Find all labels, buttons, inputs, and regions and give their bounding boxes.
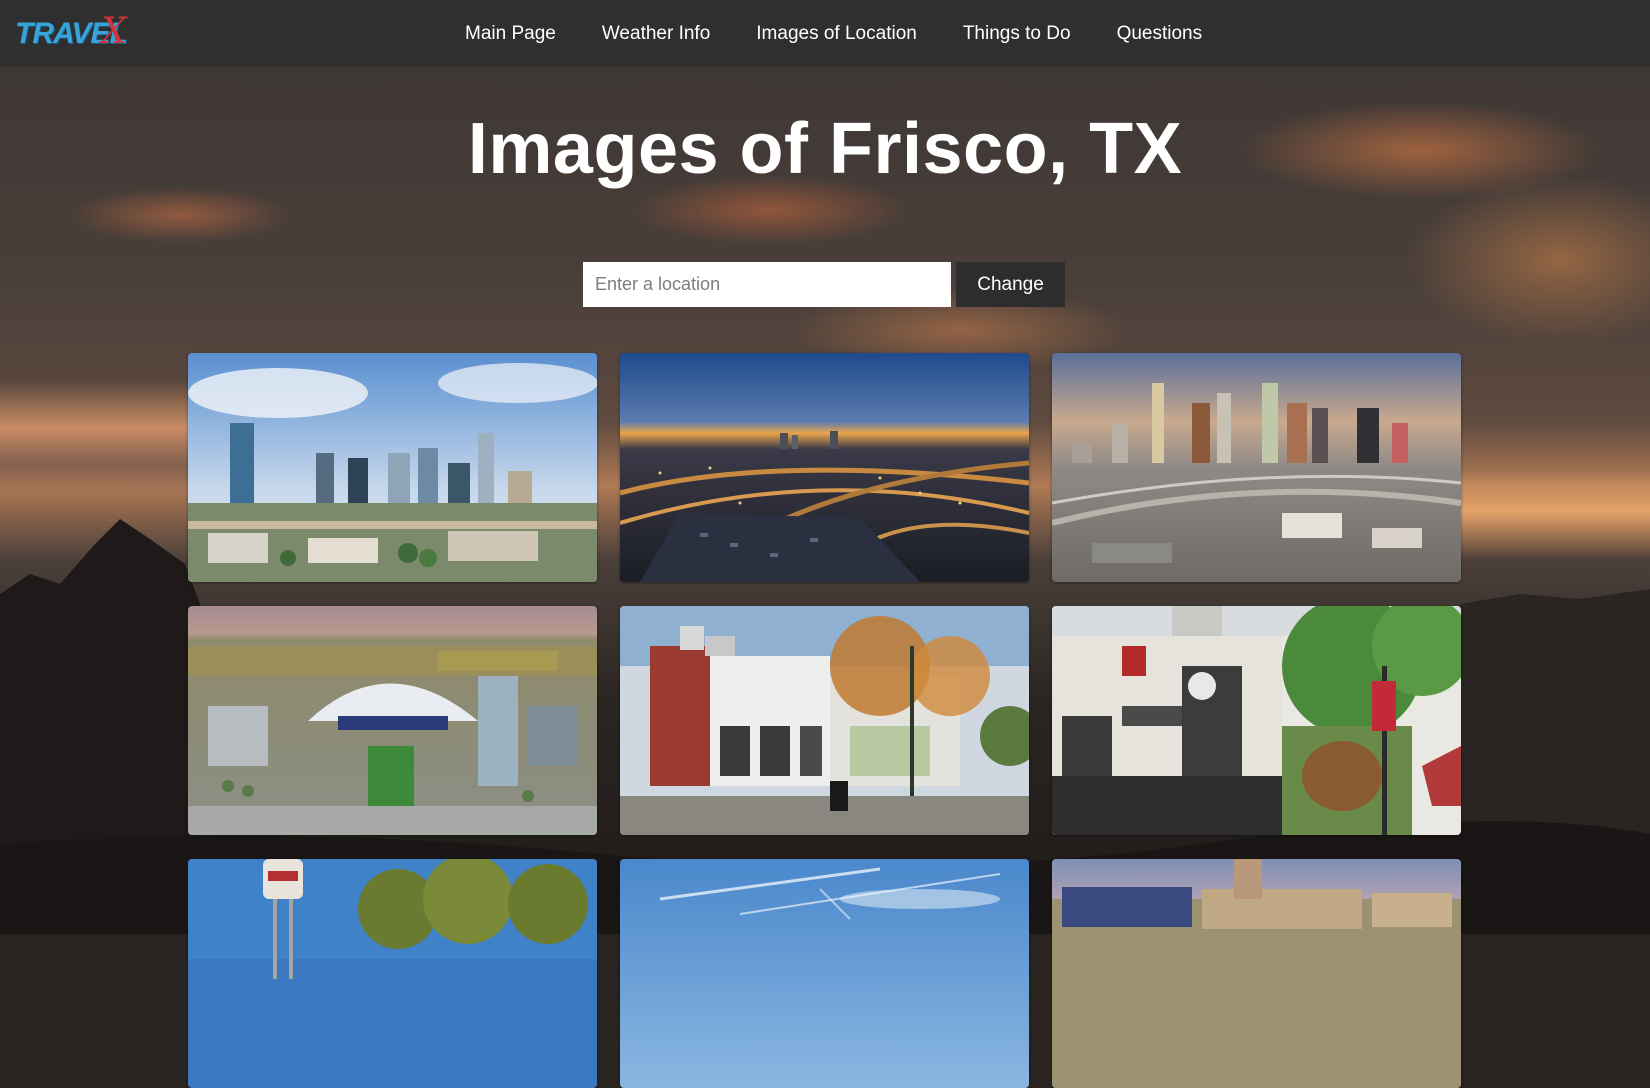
gallery-image-7[interactable] <box>188 859 597 1088</box>
location-search-form: Change <box>583 262 1065 307</box>
horizon-glow-left <box>0 380 200 500</box>
nav-link-things-to-do[interactable]: Things to Do <box>963 23 1071 45</box>
gallery-image-2[interactable] <box>620 353 1029 582</box>
gallery-image-9[interactable] <box>1052 859 1461 1088</box>
top-navbar: TRAVEL X Main Page Weather Info Images o… <box>0 0 1650 67</box>
gallery-image-4[interactable] <box>188 606 597 835</box>
nav-links: Main Page Weather Info Images of Locatio… <box>465 0 1248 67</box>
location-search-input[interactable] <box>583 262 951 307</box>
gallery-image-1[interactable] <box>188 353 597 582</box>
gallery-image-8[interactable] <box>620 859 1029 1088</box>
gallery-image-5[interactable] <box>620 606 1029 835</box>
gallery-image-3[interactable] <box>1052 353 1461 582</box>
gallery-image-6[interactable] <box>1052 606 1461 835</box>
logo-x-mark: X <box>101 11 127 52</box>
travelx-logo[interactable]: TRAVEL X <box>15 11 135 54</box>
change-location-button[interactable]: Change <box>956 262 1065 307</box>
nav-link-images-of-location[interactable]: Images of Location <box>756 23 917 45</box>
page-title: Images of Frisco, TX <box>467 109 1183 189</box>
nav-link-questions[interactable]: Questions <box>1117 23 1203 45</box>
nav-link-weather-info[interactable]: Weather Info <box>602 23 710 45</box>
nav-link-main-page[interactable]: Main Page <box>465 23 556 45</box>
image-gallery <box>188 353 1462 1088</box>
